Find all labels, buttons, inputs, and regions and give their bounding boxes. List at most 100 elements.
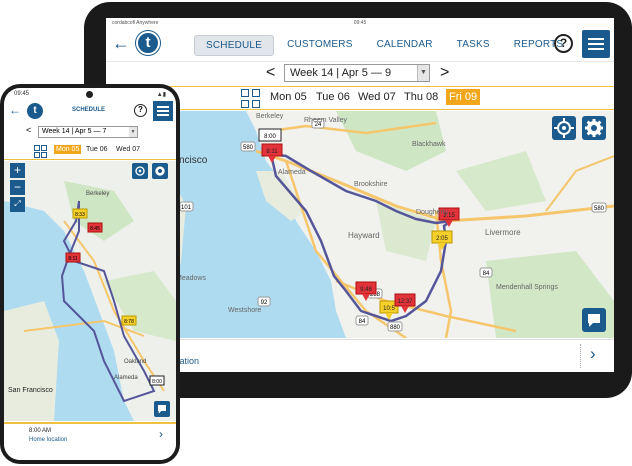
- hamburger-menu-icon[interactable]: [153, 101, 173, 121]
- svg-text:8:11: 8:11: [68, 256, 78, 262]
- map-label: Hayward: [348, 231, 380, 240]
- map-canvas: 8:33 8:45 8:11 8:78 8:00: [4, 181, 176, 421]
- week-dropdown[interactable]: Week 14 | Apr 5 — 7 ▼: [38, 126, 138, 138]
- help-icon[interactable]: ?: [134, 104, 147, 117]
- svg-text:8:33: 8:33: [75, 212, 85, 218]
- prev-week-arrow-icon[interactable]: <: [266, 64, 275, 82]
- zoom-in-button[interactable]: +: [10, 163, 25, 178]
- svg-text:8:11: 8:11: [266, 149, 278, 155]
- park-area: [456, 151, 546, 211]
- tablet-screen: cordabcofl Anywhere 09:45 ← t SCHEDULE C…: [106, 18, 614, 372]
- svg-text:880: 880: [390, 325, 401, 331]
- map-label: Oakland: [124, 359, 147, 365]
- route-stop-pin[interactable]: 8:33: [72, 208, 88, 219]
- day-tab-mon[interactable]: Mon 05: [54, 145, 82, 154]
- day-tab-tue[interactable]: Tue 06: [316, 91, 350, 103]
- tab-schedule[interactable]: SCHEDULE: [194, 35, 275, 56]
- back-arrow-icon[interactable]: ←: [9, 103, 21, 117]
- help-icon[interactable]: ?: [554, 34, 573, 53]
- message-icon[interactable]: [154, 401, 170, 417]
- settings-gear-icon[interactable]: [152, 163, 168, 179]
- route-stop-pin[interactable]: 2:05: [431, 230, 453, 250]
- map-label: Blackhawk: [412, 141, 446, 148]
- day-tab-tue[interactable]: Tue 06: [86, 146, 108, 153]
- nav-tabs: SCHEDULE CUSTOMERS CALENDAR TASKS REPORT…: [194, 35, 576, 56]
- grid-view-icon[interactable]: [241, 89, 261, 109]
- prev-week-arrow-icon[interactable]: <: [26, 125, 31, 135]
- day-tab-mon[interactable]: Mon 05: [270, 91, 307, 103]
- next-week-arrow-icon[interactable]: >: [440, 64, 449, 82]
- highway-shield: 880: [387, 321, 403, 332]
- zoom-out-button[interactable]: −: [10, 180, 25, 195]
- svg-text:84: 84: [483, 271, 490, 277]
- day-tabs: Mon 05 Tue 06 Wed 07: [4, 142, 176, 160]
- status-time: 09:45: [353, 20, 367, 26]
- settings-gear-icon[interactable]: [582, 116, 606, 140]
- map-canvas: 580 101 92 238 84 580 880 84 24 8:00 8:1…: [106, 111, 614, 338]
- map-label: Dougherty: [416, 209, 449, 216]
- highway-shield: 84: [355, 315, 369, 326]
- back-arrow-icon[interactable]: ←: [112, 33, 130, 54]
- week-selector: < Week 14 | Apr 5 — 7 ▼: [4, 124, 176, 140]
- tab-calendar[interactable]: CALENDAR: [366, 35, 444, 56]
- highway-shield: 101: [179, 201, 194, 212]
- grid-view-icon[interactable]: [34, 145, 48, 159]
- tab-customers[interactable]: CUSTOMERS: [276, 35, 364, 56]
- app-logo: t: [27, 103, 43, 119]
- route-stop-pin[interactable]: 8:11: [65, 252, 81, 263]
- map-label: Meadows: [176, 275, 206, 282]
- svg-text:12:37: 12:37: [397, 299, 413, 305]
- route-stop-pin[interactable]: 8:78: [121, 315, 137, 326]
- day-tab-wed[interactable]: Wed 07: [116, 146, 140, 153]
- tab-tasks[interactable]: TASKS: [446, 35, 501, 56]
- highway-shield: 580: [591, 202, 607, 213]
- chevron-down-icon: ▼: [417, 65, 429, 81]
- svg-text:9:48: 9:48: [360, 287, 372, 293]
- chevron-right-icon[interactable]: ›: [590, 344, 596, 364]
- week-selector: < Week 14 | Apr 5 — 9 ▼ >: [106, 62, 614, 86]
- route-stop-pin[interactable]: 8:45: [87, 222, 103, 233]
- chevron-down-icon: ▼: [129, 127, 137, 137]
- day-tab-fri[interactable]: Fri 09: [446, 89, 481, 105]
- hamburger-menu-icon[interactable]: [582, 30, 610, 58]
- highway-shield: 84: [479, 267, 493, 278]
- route-stop-pin[interactable]: 8:00: [149, 375, 165, 386]
- day-tab-thu[interactable]: Thu 08: [404, 91, 438, 103]
- phone-screen: 09:45 ▲▮ ← t SCHEDULE ? < Week 14 | Apr …: [4, 88, 176, 460]
- page-title: SCHEDULE: [72, 107, 106, 113]
- promo-scene: cordabcofl Anywhere 09:45 ← t SCHEDULE C…: [0, 0, 632, 466]
- phone-status-bar: 09:45 ▲▮: [4, 88, 176, 100]
- fullscreen-icon[interactable]: ⤢: [10, 197, 25, 212]
- message-icon[interactable]: [582, 308, 606, 332]
- map-label: Rheem Valley: [304, 117, 348, 124]
- app-logo: t: [136, 31, 160, 55]
- route-map[interactable]: 580 101 92 238 84 580 880 84 24 8:00 8:1…: [106, 111, 614, 338]
- map-label: Berkeley: [86, 191, 110, 197]
- svg-text:580: 580: [594, 206, 605, 212]
- map-label: Alameda: [114, 375, 138, 381]
- svg-text:8:00: 8:00: [152, 379, 162, 385]
- locate-me-icon[interactable]: [132, 163, 148, 179]
- route-stop-pin[interactable]: 8:00: [258, 128, 282, 142]
- stop-detail-bar[interactable]: 8:00 AM Home location ›: [4, 422, 176, 460]
- stop-detail-bar[interactable]: ocation ›: [106, 339, 614, 372]
- map-label: Brookshire: [354, 181, 388, 188]
- map-label: Alameda: [278, 169, 306, 176]
- stop-time: 8:00 AM: [29, 428, 52, 434]
- locate-me-icon[interactable]: [552, 116, 576, 140]
- map-label: San Francisco: [8, 387, 53, 394]
- top-nav: ← t SCHEDULE CUSTOMERS CALENDAR TASKS RE…: [106, 28, 614, 62]
- day-tab-wed[interactable]: Wed 07: [358, 91, 396, 103]
- day-tabs: Mon 05 Tue 06 Wed 07 Thu 08 Fri 09: [106, 86, 614, 110]
- svg-text:10:5: 10:5: [383, 306, 395, 312]
- signal-icon: ▲▮: [156, 92, 166, 98]
- chevron-right-icon[interactable]: ›: [159, 427, 163, 441]
- highway-shield: 92: [257, 296, 271, 307]
- week-dropdown[interactable]: Week 14 | Apr 5 — 9 ▼: [284, 64, 430, 82]
- map-label: Berkeley: [256, 113, 284, 120]
- svg-text:8:78: 8:78: [124, 319, 134, 325]
- highway-shield: 580: [240, 141, 256, 152]
- divider: [580, 344, 581, 368]
- stop-location: Home location: [29, 437, 68, 443]
- route-map[interactable]: 8:33 8:45 8:11 8:78 8:00 + − ⤢ San Franc…: [4, 161, 176, 421]
